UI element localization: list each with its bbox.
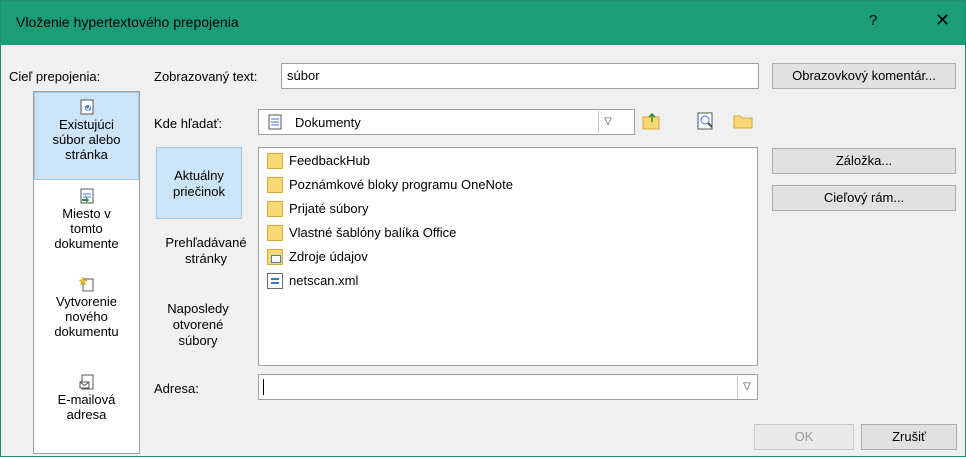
link-item-label-line: súbor alebo: [52, 132, 121, 147]
browse-web-icon[interactable]: [694, 110, 716, 132]
nav-label-line: stránky: [185, 251, 227, 266]
nav-label-line: súbory: [178, 333, 218, 348]
browse-file-icon[interactable]: [732, 110, 754, 132]
link-to-place-in-document[interactable]: Miesto v tomto dokumente: [34, 188, 139, 268]
link-item-label-line: adresa: [66, 407, 107, 422]
link-item-label-line: nového: [65, 309, 108, 324]
list-item[interactable]: netscan.xml: [267, 272, 358, 292]
link-to-bar: Existujúci súbor alebo stránka Miesto v …: [33, 91, 140, 454]
dialog-title: Vloženie hypertextového prepojenia: [16, 14, 239, 30]
look-in-dropdown[interactable]: Dokumenty ▽: [258, 109, 635, 135]
folder-icon: [267, 152, 283, 169]
address-input[interactable]: ▽: [258, 374, 758, 400]
folder-icon: [267, 224, 283, 241]
link-to-email-address[interactable]: E-mailová adresa: [34, 374, 139, 438]
list-item[interactable]: Poznámkové bloky programu OneNote: [267, 176, 513, 196]
browse-nav: Aktuálny priečinok Prehľadávané stránky …: [154, 147, 258, 366]
text-cursor: [263, 379, 264, 395]
nav-label-line: Prehľadávané: [165, 235, 247, 250]
recent-files-tab[interactable]: Naposledy otvorené súbory: [154, 301, 242, 357]
browsed-pages-tab[interactable]: Prehľadávané stránky: [154, 235, 258, 275]
display-text-input[interactable]: súbor: [281, 63, 759, 89]
link-item-label-line: Vytvorenie: [56, 294, 117, 309]
help-button[interactable]: ?: [869, 12, 877, 29]
link-item-label-line: E-mailová: [57, 392, 116, 407]
list-item[interactable]: FeedbackHub: [267, 152, 370, 172]
display-text-value: súbor: [287, 68, 320, 83]
existing-file-icon: [80, 99, 93, 115]
documents-folder-icon: [268, 114, 282, 130]
folder-icon: [267, 200, 283, 217]
link-item-label-line: Miesto v: [62, 206, 111, 221]
data-source-folder-icon: [267, 248, 283, 265]
close-button[interactable]: ✕: [935, 10, 950, 31]
link-item-label-line: dokumentu: [54, 324, 119, 339]
link-item-label-line: stránka: [65, 147, 108, 162]
list-item[interactable]: Vlastné šablóny balíka Office: [267, 224, 456, 244]
nav-label-line: otvorené: [172, 317, 224, 332]
link-to-existing-file[interactable]: Existujúci súbor alebo stránka: [34, 92, 139, 180]
target-frame-button[interactable]: Cieľový rám...: [772, 185, 956, 211]
nav-label-line: Naposledy: [167, 301, 229, 316]
insert-hyperlink-dialog: Vloženie hypertextového prepojenia ? ✕ C…: [0, 0, 966, 457]
display-text-label: Zobrazovaný text:: [154, 69, 258, 84]
link-item-label-line: tomto: [70, 221, 103, 236]
dialog-body: Cieľ prepojenia: Existujúci súbor alebo …: [1, 45, 965, 456]
look-in-value: Dokumenty: [295, 115, 361, 130]
chevron-down-icon[interactable]: ▽: [598, 111, 617, 133]
list-item[interactable]: Zdroje údajov: [267, 248, 368, 268]
address-label: Adresa:: [154, 381, 199, 396]
link-to-label: Cieľ prepojenia:: [9, 69, 101, 84]
xml-file-icon: [267, 272, 283, 289]
list-item[interactable]: Prijaté súbory: [267, 200, 368, 220]
email-address-icon: [79, 374, 93, 390]
bookmark-button[interactable]: Záložka...: [772, 148, 956, 174]
ok-button[interactable]: OK: [754, 424, 854, 450]
title-bar: Vloženie hypertextového prepojenia ? ✕: [1, 1, 965, 45]
current-folder-tab[interactable]: Aktuálny priečinok: [156, 147, 242, 219]
nav-label-line: priečinok: [172, 184, 226, 199]
nav-label-line: Aktuálny: [174, 168, 224, 183]
folder-icon: [267, 176, 283, 193]
chevron-down-icon[interactable]: ▽: [737, 376, 756, 398]
cancel-button[interactable]: Zrušiť: [861, 424, 957, 450]
file-list[interactable]: FeedbackHub Poznámkové bloky programu On…: [258, 147, 758, 366]
link-item-label-line: dokumente: [54, 236, 119, 251]
link-to-new-document[interactable]: Vytvorenie nového dokumentu: [34, 276, 139, 356]
screentip-button[interactable]: Obrazovkový komentár...: [772, 63, 956, 89]
link-item-label-line: Existujúci: [59, 117, 114, 132]
look-in-label: Kde hľadať:: [154, 116, 222, 131]
up-one-folder-icon[interactable]: [640, 110, 662, 132]
new-document-icon: [78, 276, 93, 292]
place-in-document-icon: [80, 188, 93, 204]
